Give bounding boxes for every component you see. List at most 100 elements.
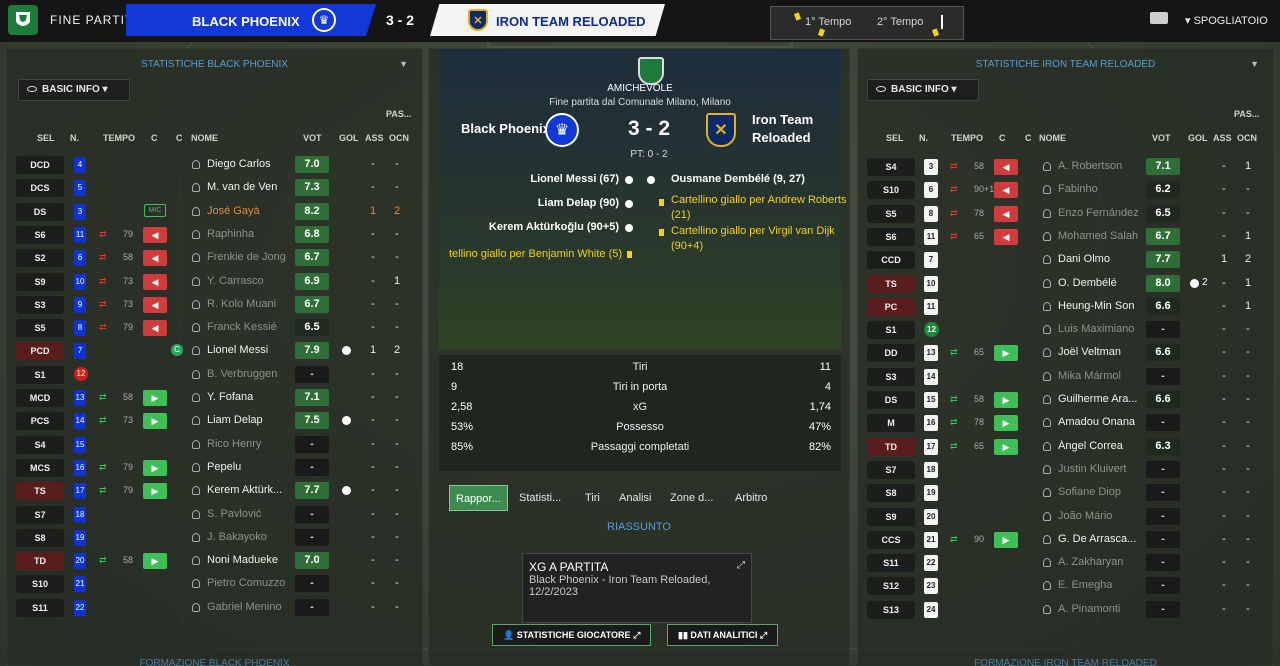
- player-name[interactable]: E. Emegha: [1058, 579, 1148, 591]
- home-player-row[interactable]: S7 18 S. Pavlović - - -: [7, 504, 407, 526]
- col-header-ass[interactable]: ASS: [365, 133, 384, 143]
- sub-out-icon[interactable]: ◀: [143, 296, 167, 313]
- away-formation-title[interactable]: FORMAZIONE IRON TEAM RELOADED: [858, 658, 1273, 666]
- home-player-row[interactable]: S6 11 ⇄ 79 ◀ Raphinha 6.8 - -: [7, 224, 407, 246]
- player-name[interactable]: A. Zakharyan: [1058, 556, 1148, 568]
- col-header-tempo[interactable]: TEMPO: [103, 133, 135, 143]
- sub-in-icon[interactable]: ▶: [143, 413, 167, 430]
- col-header-n[interactable]: N.: [919, 133, 928, 143]
- away-player-row[interactable]: S5 8 ⇄ 78 ◀ Enzo Fernández 6.5 - -: [858, 203, 1258, 225]
- away-player-row[interactable]: CCD 7 Dani Olmo 7.7 1 2: [858, 249, 1258, 271]
- player-name[interactable]: Y. Fofana: [207, 391, 297, 403]
- player-name[interactable]: Y. Carrasco: [207, 275, 297, 287]
- player-name[interactable]: Justin Kluivert: [1058, 463, 1148, 475]
- away-player-row[interactable]: S6 11 ⇄ 65 ◀ Mohamed Salah 6.7 - 1: [858, 226, 1258, 248]
- tab-statistiche[interactable]: Statisti...: [519, 485, 561, 511]
- sub-in-icon[interactable]: ▶: [994, 438, 1018, 455]
- home-player-row[interactable]: S5 8 ⇄ 79 ◀ Franck Kessié 6.5 - -: [7, 317, 407, 339]
- sub-in-icon[interactable]: ▶: [994, 531, 1018, 548]
- away-player-row[interactable]: S3 14 Mika Mármol - - -: [858, 366, 1258, 388]
- player-name[interactable]: Liam Delap: [207, 414, 297, 426]
- away-player-row[interactable]: S12 23 E. Emegha - - -: [858, 575, 1258, 597]
- away-player-row[interactable]: DD 13 ⇄ 65 ▶ Joël Veltman 6.6 - -: [858, 342, 1258, 364]
- away-player-row[interactable]: S4 3 ⇄ 58 ◀ A. Robertson 7.1 - 1: [858, 156, 1258, 178]
- home-player-row[interactable]: S11 22 Gabriel Menino - - -: [7, 597, 407, 619]
- player-name[interactable]: R. Kolo Muani: [207, 298, 297, 310]
- col-header-gol[interactable]: GOL: [339, 133, 359, 143]
- player-name[interactable]: Heung-Min Son: [1058, 300, 1148, 312]
- away-player-row[interactable]: S1 12 Luis Maximiano - - -: [858, 319, 1258, 341]
- home-player-row[interactable]: S1 12 B. Verbruggen - - -: [7, 364, 407, 386]
- chevron-down-icon[interactable]: ▼: [399, 59, 408, 69]
- home-player-row[interactable]: S9 10 ⇄ 73 ◀ Y. Carrasco 6.9 - 1: [7, 271, 407, 293]
- sub-out-icon[interactable]: ◀: [994, 205, 1018, 222]
- player-name[interactable]: Guilherme Ara...: [1058, 393, 1148, 405]
- sub-out-icon[interactable]: ◀: [994, 159, 1018, 175]
- player-name[interactable]: Diego Carlos: [207, 158, 297, 170]
- sub-out-icon[interactable]: ◀: [994, 182, 1018, 199]
- sub-in-icon[interactable]: ▶: [994, 392, 1018, 408]
- player-name[interactable]: José Gayà: [207, 205, 297, 217]
- home-player-row[interactable]: DCD 4 Diego Carlos 7.0 - -: [7, 154, 407, 176]
- player-name[interactable]: Ángel Correa: [1058, 440, 1148, 452]
- home-player-row[interactable]: TD 20 ⇄ 58 ▶ Noni Madueke 7.0 - -: [7, 550, 407, 572]
- home-player-row[interactable]: PCD 7 C Lionel Messi 7.9 1 2: [7, 340, 407, 362]
- player-name[interactable]: Fabinho: [1058, 183, 1148, 195]
- away-player-row[interactable]: TS 10 O. Dembélé 8.0 2 - 1: [858, 273, 1258, 295]
- sub-in-icon[interactable]: ▶: [143, 390, 167, 406]
- match-timeline[interactable]: 1° Tempo 2° Tempo: [770, 6, 964, 40]
- player-name[interactable]: Dani Olmo: [1058, 253, 1148, 265]
- sub-in-icon[interactable]: ▶: [994, 415, 1018, 432]
- col-header-nome[interactable]: NOME: [1039, 133, 1066, 143]
- col-header-nome[interactable]: NOME: [191, 133, 218, 143]
- sub-in-icon[interactable]: ▶: [143, 553, 167, 570]
- expand-icon[interactable]: ⤢: [737, 560, 745, 571]
- player-name[interactable]: Mohamed Salah: [1058, 230, 1148, 242]
- away-player-row[interactable]: TD 17 ⇄ 65 ▶ Ángel Correa 6.3 - -: [858, 436, 1258, 458]
- col-header-gol[interactable]: GOL: [1188, 133, 1208, 143]
- center-home-team[interactable]: Black Phoenix: [461, 121, 550, 136]
- tab-rapporto[interactable]: Rappor...: [449, 485, 508, 511]
- col-header-n[interactable]: N.: [70, 133, 79, 143]
- player-name[interactable]: Luis Maximiano: [1058, 323, 1148, 335]
- col-header-vot[interactable]: VOT: [303, 133, 322, 143]
- player-name[interactable]: M. van de Ven: [207, 181, 297, 193]
- player-name[interactable]: Lionel Messi: [207, 344, 297, 356]
- sub-in-icon[interactable]: ▶: [143, 483, 167, 500]
- away-player-row[interactable]: S8 19 Sofiane Diop - - -: [858, 482, 1258, 504]
- home-player-row[interactable]: S4 15 Rico Henry - - -: [7, 434, 407, 456]
- player-name[interactable]: G. De Arrasca...: [1058, 533, 1148, 545]
- basic-info-dropdown[interactable]: BASIC INFO ▾: [18, 79, 130, 101]
- player-name[interactable]: Gabriel Menino: [207, 601, 297, 613]
- col-header-tempo[interactable]: TEMPO: [951, 133, 983, 143]
- tab-tiri[interactable]: Tiri: [585, 485, 600, 511]
- analytics-button[interactable]: ▮▮ DATI ANALITICI ⤢: [667, 624, 779, 646]
- home-player-row[interactable]: MCD 13 ⇄ 58 ▶ Y. Fofana 7.1 - -: [7, 387, 407, 409]
- sub-in-icon[interactable]: ▶: [143, 459, 167, 476]
- player-name[interactable]: Kerem Aktürk...: [207, 484, 297, 496]
- home-player-row[interactable]: S2 6 ⇄ 58 ◀ Frenkie de Jong 6.7 - -: [7, 247, 407, 269]
- sub-out-icon[interactable]: ◀: [143, 250, 167, 267]
- player-name[interactable]: O. Dembélé: [1058, 277, 1148, 289]
- player-name[interactable]: A. Pinamonti: [1058, 603, 1148, 615]
- xg-card[interactable]: XG A PARTITA Black Phoenix - Iron Team R…: [522, 553, 752, 623]
- sub-out-icon[interactable]: ◀: [143, 320, 167, 337]
- away-player-row[interactable]: DS 15 ⇄ 58 ▶ Guilherme Ara... 6.6 - -: [858, 389, 1258, 411]
- player-name[interactable]: S. Pavlović: [207, 508, 297, 520]
- away-player-row[interactable]: S9 20 João Mário - - -: [858, 506, 1258, 528]
- home-player-row[interactable]: DCS 5 M. van de Ven 7.3 - -: [7, 177, 407, 199]
- col-header-ocn[interactable]: OCN: [389, 133, 409, 143]
- chevron-down-icon[interactable]: ▼: [1250, 59, 1259, 69]
- col-header-ass[interactable]: ASS: [1213, 133, 1232, 143]
- player-name[interactable]: Raphinha: [207, 228, 297, 240]
- away-player-row[interactable]: S11 22 A. Zakharyan - - -: [858, 552, 1258, 574]
- home-player-row[interactable]: S3 9 ⇄ 73 ◀ R. Kolo Muani 6.7 - -: [7, 294, 407, 316]
- sub-out-icon[interactable]: ◀: [143, 226, 167, 243]
- away-player-row[interactable]: CCS 21 ⇄ 90 ▶ G. De Arrasca... - - -: [858, 529, 1258, 551]
- sub-out-icon[interactable]: ◀: [143, 273, 167, 290]
- player-stats-button[interactable]: 👤 STATISTICHE GIOCATORE ⤢: [492, 624, 652, 646]
- home-player-row[interactable]: PCS 14 ⇄ 73 ▶ Liam Delap 7.5 - -: [7, 410, 407, 432]
- sub-out-icon[interactable]: ◀: [994, 228, 1018, 245]
- away-player-row[interactable]: S13 24 A. Pinamonti - - -: [858, 599, 1258, 621]
- sub-in-icon[interactable]: ▶: [994, 345, 1018, 362]
